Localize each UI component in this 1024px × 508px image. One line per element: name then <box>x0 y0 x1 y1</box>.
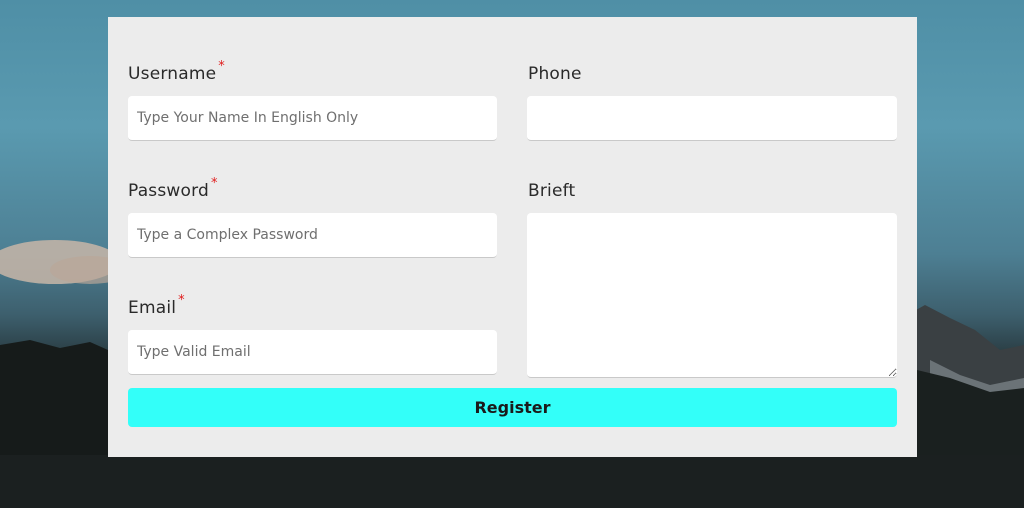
brief-textarea[interactable] <box>527 213 897 378</box>
email-input[interactable] <box>128 330 497 375</box>
username-label: Username * <box>128 59 225 84</box>
email-label: Email * <box>128 293 185 318</box>
required-mark: * <box>211 176 218 191</box>
password-input[interactable] <box>128 213 497 258</box>
required-mark: * <box>178 293 185 308</box>
phone-label: Phone <box>528 64 582 84</box>
required-mark: * <box>218 59 225 74</box>
register-button[interactable]: Register <box>128 388 897 427</box>
username-input[interactable] <box>128 96 497 141</box>
phone-input[interactable] <box>527 96 897 141</box>
password-label: Password * <box>128 176 218 201</box>
brief-label: Brieft <box>528 181 576 201</box>
registration-form: Username* Phone Password* Brieft Email* … <box>108 17 917 457</box>
